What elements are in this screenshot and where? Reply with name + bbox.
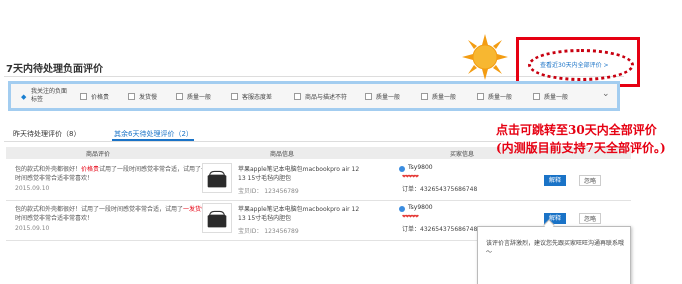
product-thumbnail[interactable] — [202, 203, 232, 233]
review-text: 包的款式和外壳都很好！价格贵试用了一段时间感觉非常合适，试用了一段时间感觉非常合… — [15, 166, 214, 182]
filter-checkbox[interactable] — [421, 93, 428, 100]
filter-label: 质量一般 — [187, 94, 212, 101]
ignore-button[interactable]: 忽略 — [579, 175, 601, 186]
filter-label: 质量一般 — [544, 94, 569, 101]
filter-label: 商品与描述不符 — [305, 94, 348, 101]
filter-checkbox[interactable] — [80, 93, 87, 100]
review-text: 包的款式和外壳都很好！试用了一段时间感觉非常合适，试用了一发货慢段时间感觉非常合… — [15, 206, 214, 222]
filter-label: 质量一般 — [376, 94, 401, 101]
tag-icon: ◆ — [21, 93, 27, 101]
product-id: 宝贝ID： 123456789 — [238, 188, 299, 195]
view-all-30-days-link[interactable]: 查看近30天内全部评价 > — [540, 60, 609, 69]
filter-checkbox[interactable] — [176, 93, 183, 100]
column-header-product: 商品信息 — [270, 151, 295, 158]
review-highlight: 价格贵 — [81, 166, 100, 173]
review-date: 2015.09.10 — [15, 225, 50, 232]
buyer-name[interactable]: Tsy9800 — [408, 164, 433, 171]
filter-checkbox[interactable] — [231, 93, 238, 100]
sun-icon — [462, 34, 508, 80]
filter-checkbox[interactable] — [128, 93, 135, 100]
product-id: 宝贝ID： 123456789 — [238, 228, 299, 235]
filter-checkbox[interactable] — [294, 93, 301, 100]
explain-button[interactable]: 解释 — [544, 175, 566, 186]
buyer-rating-hearts: ❤❤❤❤❤ — [402, 214, 419, 220]
filter-checkbox[interactable] — [477, 93, 484, 100]
product-thumbnail[interactable] — [202, 163, 232, 193]
filter-label: 质量一般 — [488, 94, 513, 101]
buyer-rating-hearts: ❤❤❤❤❤ — [402, 174, 419, 180]
buyer-avatar-icon — [399, 206, 405, 212]
annotation-note: 点击可跳转至30天内全部评价(内测版目前支持7天全部评价。) — [496, 123, 666, 155]
concern-tags: ◆ 我关注的负面标签 — [21, 88, 76, 106]
page-title: 7天内待处理负面评价 — [6, 64, 103, 75]
filter-label: 发货慢 — [139, 94, 158, 101]
product-title[interactable]: 苹果apple笔记本电脑包macbookpro air 12 13 15寸毛毡内… — [238, 205, 368, 223]
filter-checkbox[interactable] — [365, 93, 372, 100]
order-number: 订单：432654375686748 — [402, 226, 478, 233]
concern-label: 我关注的负面标签 — [31, 88, 68, 103]
column-header-buyer: 买家信息 — [450, 151, 475, 158]
buyer-avatar-icon — [399, 166, 405, 172]
column-header-review: 商品评价 — [86, 151, 111, 158]
filter-bar: ◆ 我关注的负面标签 价格贵 发货慢 质量一般 客服态度差 商品与描述不符 质量… — [8, 81, 620, 111]
tab-divider — [4, 141, 504, 142]
chevron-down-icon[interactable]: ⌄ — [602, 89, 610, 99]
tab-other-six-days[interactable]: 其余6天待处理评价（2） — [114, 129, 193, 139]
explain-popup: 该评价言辞激烈，建议您先跟买家旺旺沟通再联系哦～ — [477, 226, 631, 284]
review-date: 2015.09.10 — [15, 185, 50, 192]
buyer-name[interactable]: Tsy9800 — [408, 204, 433, 211]
product-title[interactable]: 苹果apple笔记本电脑包macbookpro air 12 13 15寸毛毡内… — [238, 165, 368, 183]
filter-label: 价格贵 — [91, 94, 110, 101]
order-number: 订单：432654375686748 — [402, 186, 478, 193]
filter-label: 客服态度差 — [242, 94, 273, 101]
filter-checkbox[interactable] — [533, 93, 540, 100]
filter-label: 质量一般 — [432, 94, 457, 101]
tab-yesterday[interactable]: 昨天待处理评价（8） — [13, 129, 80, 139]
popup-message: 该评价言辞激烈，建议您先跟买家旺旺沟通再联系哦～ — [486, 240, 625, 256]
ignore-button[interactable]: 忽略 — [579, 213, 601, 224]
table-row: 包的款式和外壳都很好！价格贵试用了一段时间感觉非常合适，试用了一段时间感觉非常合… — [6, 161, 631, 201]
